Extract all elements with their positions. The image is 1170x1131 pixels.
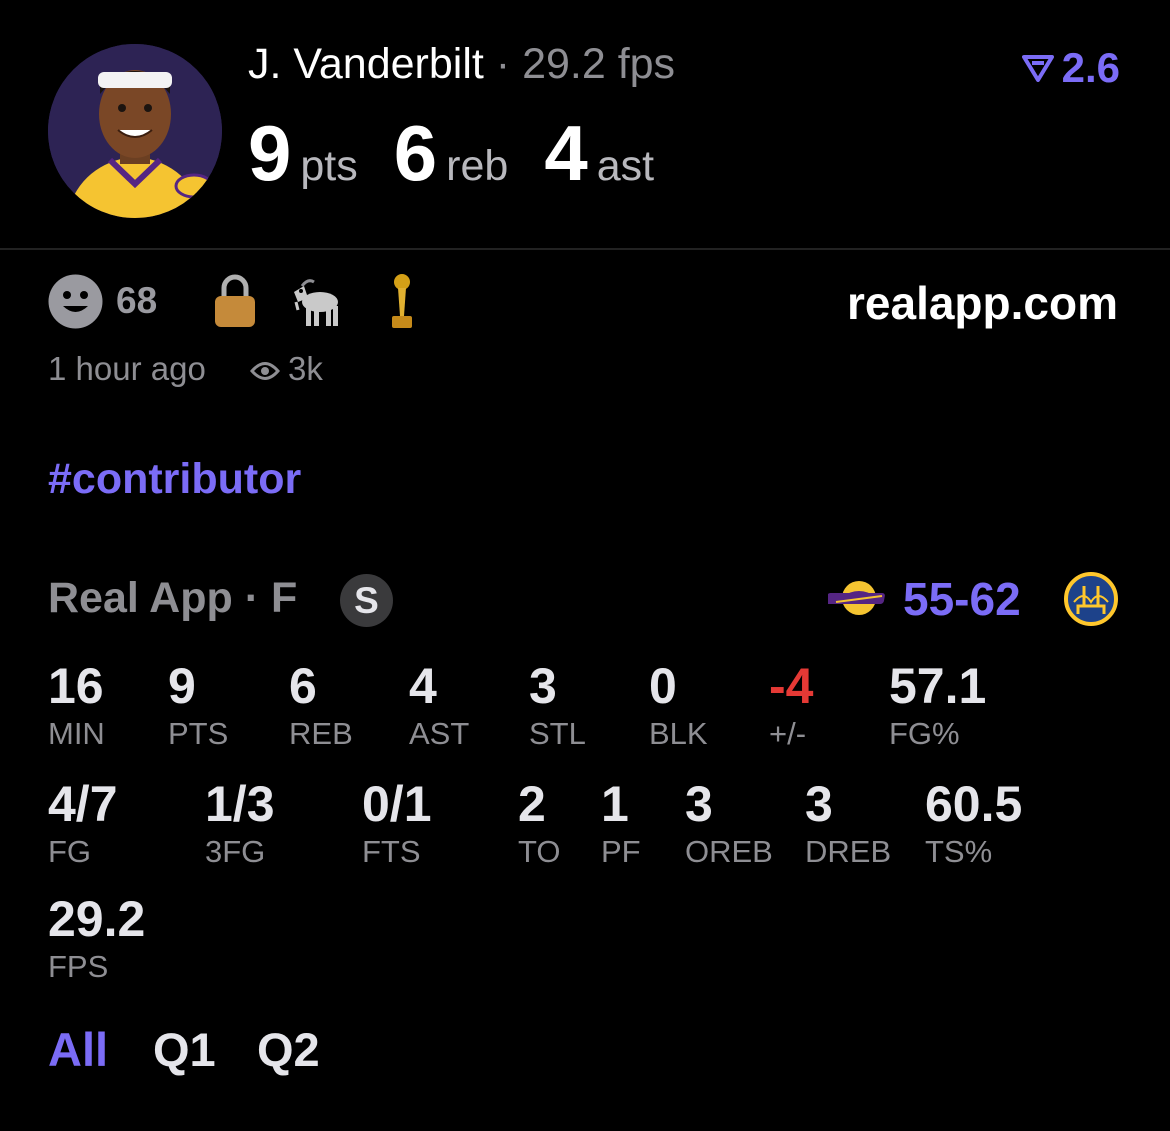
game-score[interactable]: 55-62 — [903, 572, 1021, 626]
headline-stats: 9 pts 6 reb 4 ast — [248, 108, 690, 199]
stat-label: PF — [601, 834, 641, 869]
headline-rebounds-unit: reb — [446, 142, 509, 190]
stat-label: PTS — [168, 716, 229, 751]
stat-label: DREB — [805, 834, 892, 869]
stat-fps: 29.2 FPS — [48, 891, 145, 985]
stat-dreb: 3 DREB — [805, 776, 891, 870]
trophy-icon[interactable] — [386, 272, 418, 330]
goat-icon[interactable] — [290, 276, 346, 328]
stat-pts: 9 PTS — [168, 658, 228, 752]
stat-value: 1/3 — [205, 776, 275, 832]
stat-value: -4 — [769, 658, 814, 714]
stat-to: 2 TO — [518, 776, 561, 870]
warriors-logo-icon[interactable] — [1064, 572, 1118, 626]
stat-value: 6 — [289, 658, 317, 714]
name-separator: · — [495, 40, 511, 88]
rating-badge[interactable]: 2.6 — [1021, 44, 1120, 92]
score-right: 62 — [969, 573, 1021, 625]
stat-label: STL — [529, 716, 586, 751]
stat-label: AST — [409, 716, 470, 751]
tab-all[interactable]: All — [48, 1022, 108, 1077]
stat-label: BLK — [649, 716, 708, 751]
game-label[interactable]: Real App · F — [48, 574, 297, 623]
headline-assists-unit: ast — [596, 142, 655, 190]
player-name[interactable]: J. Vanderbilt — [248, 40, 484, 88]
stat-label: MIN — [48, 716, 105, 751]
rating-value: 2.6 — [1061, 44, 1120, 91]
stat-label: OREB — [685, 834, 773, 869]
stat-label: FTS — [362, 834, 421, 869]
smiley-icon[interactable] — [48, 274, 103, 329]
player-name-line[interactable]: J. Vanderbilt · 29.2 fps — [248, 40, 675, 89]
stat-label: REB — [289, 716, 353, 751]
stat-value: 2 — [518, 776, 546, 832]
tab-q2[interactable]: Q2 — [257, 1022, 320, 1077]
stat-label: FPS — [48, 949, 109, 984]
stat-label: TO — [518, 834, 561, 869]
status-badge: S — [340, 574, 393, 627]
hashtag-link[interactable]: #contributor — [48, 455, 301, 504]
headline-assists-value: 4 — [544, 109, 587, 197]
stat-reb: 6 REB — [289, 658, 353, 752]
stat-value: 3 — [529, 658, 557, 714]
stat-stl: 3 STL — [529, 658, 586, 752]
site-link[interactable]: realapp.com — [847, 276, 1118, 330]
lock-icon[interactable] — [214, 274, 256, 328]
headline-points-value: 9 — [248, 109, 291, 197]
fps-summary: 29.2 fps — [522, 40, 676, 88]
stat-min: 16 MIN — [48, 658, 105, 752]
stat-label: +/- — [769, 716, 807, 751]
stat-pf: 1 PF — [601, 776, 641, 870]
headline-rebounds-value: 6 — [393, 109, 437, 197]
rating-icon — [1021, 55, 1054, 82]
stat-value: 4/7 — [48, 776, 118, 832]
stat-value: 0/1 — [362, 776, 432, 832]
stat-label: FG% — [889, 716, 960, 751]
stat-value: 57.1 — [889, 658, 987, 714]
stat-3fg: 1/3 3FG — [205, 776, 275, 870]
stat-value: 3 — [805, 776, 833, 832]
header-divider — [0, 248, 1170, 250]
stat-fg: 4/7 FG — [48, 776, 118, 870]
stat-value: 16 — [48, 658, 104, 714]
stat-label: 3FG — [205, 834, 266, 869]
stat-label: TS% — [925, 834, 993, 869]
player-avatar[interactable] — [48, 44, 222, 218]
stat-label: FG — [48, 834, 92, 869]
stat-fts: 0/1 FTS — [362, 776, 432, 870]
stat-value: 3 — [685, 776, 713, 832]
eye-icon — [250, 362, 280, 380]
stat-value: 9 — [168, 658, 196, 714]
stat-fg-pct: 57.1 FG% — [889, 658, 986, 752]
tab-q1[interactable]: Q1 — [153, 1022, 216, 1077]
score-left: 55 — [903, 573, 955, 625]
lakers-logo-icon[interactable] — [828, 578, 890, 618]
view-count: 3k — [288, 350, 323, 387]
stat-blk: 0 BLK — [649, 658, 708, 752]
stat-value: 1 — [601, 776, 629, 832]
reaction-count[interactable]: 68 — [116, 280, 157, 322]
stat-ts-pct: 60.5 TS% — [925, 776, 1022, 870]
post-time: 1 hour ago — [48, 350, 206, 387]
stat-value: 4 — [409, 658, 437, 714]
stat-value: 60.5 — [925, 776, 1023, 832]
score-dash: - — [954, 573, 970, 625]
stat-ast: 4 AST — [409, 658, 469, 752]
stat-oreb: 3 OREB — [685, 776, 773, 870]
stat-plus-minus: -4 +/- — [769, 658, 813, 752]
headline-points-unit: pts — [300, 142, 358, 190]
stat-value: 29.2 — [48, 891, 146, 947]
stat-value: 0 — [649, 658, 677, 714]
